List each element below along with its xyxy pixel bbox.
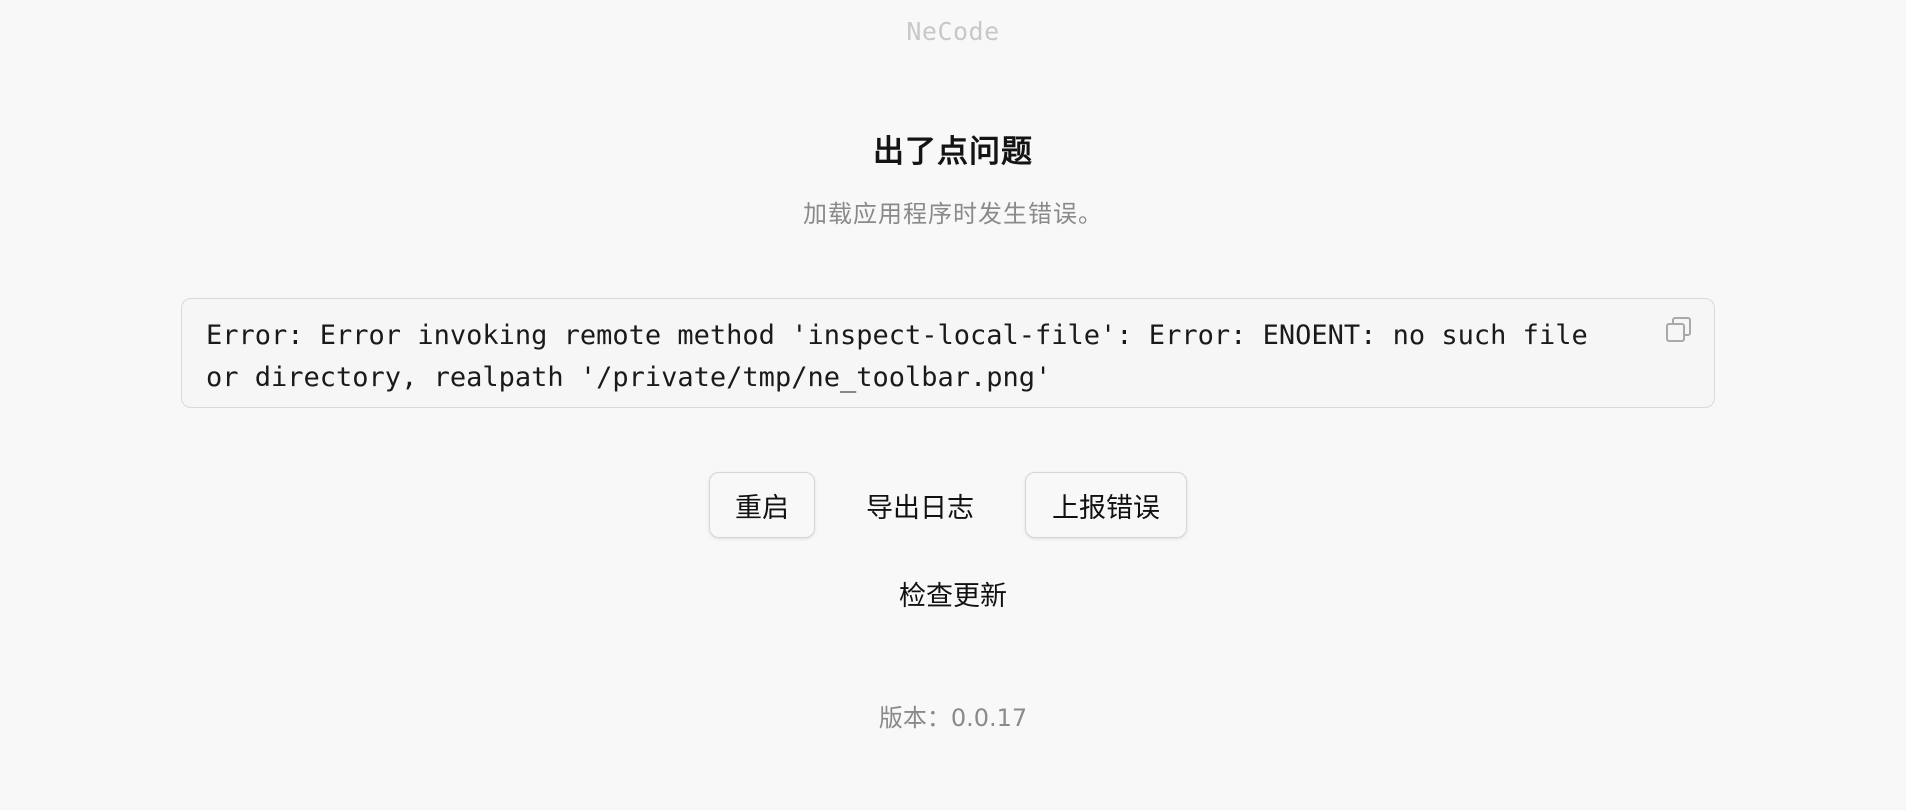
- error-page: NeCode 出了点问题 加载应用程序时发生错误。 Error: Error i…: [0, 0, 1906, 810]
- export-logs-button[interactable]: 导出日志: [845, 472, 995, 538]
- version-label: 版本：0.0.17: [878, 704, 1028, 732]
- check-update-button[interactable]: 检查更新: [853, 565, 1053, 621]
- error-message-text[interactable]: Error: Error invoking remote method 'ins…: [206, 315, 1624, 399]
- action-buttons: 重启 导出日志 上报错误: [0, 472, 1906, 538]
- copy-icon[interactable]: [1664, 315, 1694, 345]
- page-title: 出了点问题: [873, 134, 1033, 170]
- app-name: NeCode: [906, 17, 1000, 46]
- report-error-button[interactable]: 上报错误: [1025, 472, 1187, 538]
- error-message-box: Error: Error invoking remote method 'ins…: [181, 298, 1715, 408]
- page-subtitle: 加载应用程序时发生错误。: [803, 200, 1103, 228]
- restart-button[interactable]: 重启: [709, 472, 815, 538]
